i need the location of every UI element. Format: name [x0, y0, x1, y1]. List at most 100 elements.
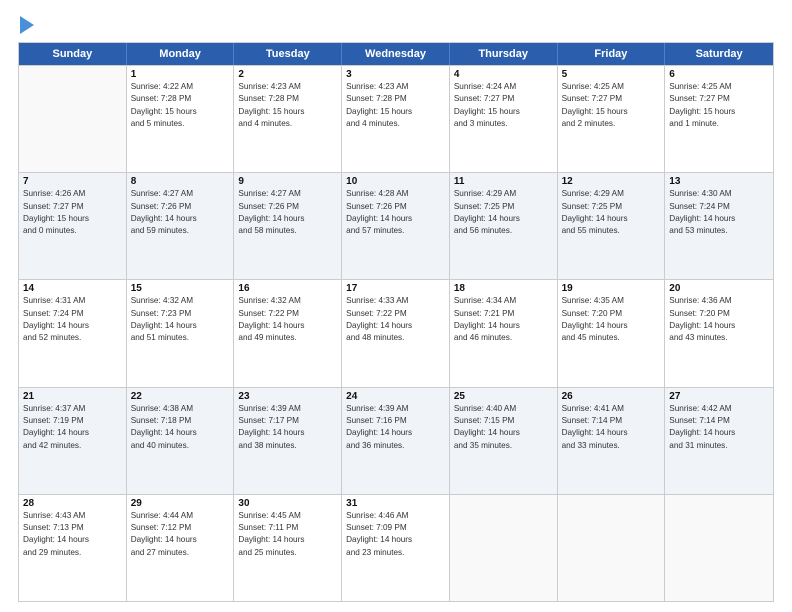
- cell-info-line: Sunset: 7:14 PM: [669, 415, 769, 427]
- cell-info-line: Daylight: 15 hours: [131, 106, 230, 118]
- cell-info-line: Sunrise: 4:40 AM: [454, 403, 553, 415]
- cell-info-line: Daylight: 14 hours: [23, 534, 122, 546]
- cell-info-line: and 27 minutes.: [131, 547, 230, 559]
- cell-info-line: Sunrise: 4:39 AM: [346, 403, 445, 415]
- calendar-cell-14: 14Sunrise: 4:31 AMSunset: 7:24 PMDayligh…: [19, 280, 127, 386]
- cell-info-line: Daylight: 14 hours: [454, 213, 553, 225]
- cell-info-line: Sunset: 7:20 PM: [669, 308, 769, 320]
- calendar-cell-23: 23Sunrise: 4:39 AMSunset: 7:17 PMDayligh…: [234, 388, 342, 494]
- cell-info-line: Daylight: 14 hours: [669, 213, 769, 225]
- cell-info-line: and 35 minutes.: [454, 440, 553, 452]
- cell-info-line: Daylight: 14 hours: [23, 320, 122, 332]
- day-number: 28: [23, 498, 122, 509]
- day-number: 2: [238, 69, 337, 80]
- cell-info-line: Sunset: 7:13 PM: [23, 522, 122, 534]
- calendar-cell-3: 3Sunrise: 4:23 AMSunset: 7:28 PMDaylight…: [342, 66, 450, 172]
- cell-info-line: and 4 minutes.: [346, 118, 445, 130]
- calendar-row-3: 21Sunrise: 4:37 AMSunset: 7:19 PMDayligh…: [19, 387, 773, 494]
- cell-info-line: Daylight: 14 hours: [454, 427, 553, 439]
- calendar-cell-empty-4-4: [450, 495, 558, 601]
- day-number: 3: [346, 69, 445, 80]
- cell-info-line: and 59 minutes.: [131, 225, 230, 237]
- day-number: 16: [238, 283, 337, 294]
- cell-info-line: Daylight: 14 hours: [562, 427, 661, 439]
- day-number: 19: [562, 283, 661, 294]
- calendar-cell-empty-0-0: [19, 66, 127, 172]
- day-number: 22: [131, 391, 230, 402]
- cell-info-line: Daylight: 14 hours: [238, 320, 337, 332]
- calendar-row-1: 7Sunrise: 4:26 AMSunset: 7:27 PMDaylight…: [19, 172, 773, 279]
- cell-info-line: Daylight: 15 hours: [669, 106, 769, 118]
- cell-info-line: Sunrise: 4:35 AM: [562, 295, 661, 307]
- cell-info-line: and 57 minutes.: [346, 225, 445, 237]
- cell-info-line: Sunrise: 4:39 AM: [238, 403, 337, 415]
- cell-info-line: and 45 minutes.: [562, 332, 661, 344]
- cell-info-line: Sunrise: 4:30 AM: [669, 188, 769, 200]
- cell-info-line: Sunrise: 4:33 AM: [346, 295, 445, 307]
- cell-info-line: Sunset: 7:24 PM: [669, 201, 769, 213]
- calendar-cell-18: 18Sunrise: 4:34 AMSunset: 7:21 PMDayligh…: [450, 280, 558, 386]
- cell-info-line: Sunset: 7:23 PM: [131, 308, 230, 320]
- cell-info-line: and 52 minutes.: [23, 332, 122, 344]
- calendar-cell-empty-4-5: [558, 495, 666, 601]
- day-number: 14: [23, 283, 122, 294]
- calendar-cell-31: 31Sunrise: 4:46 AMSunset: 7:09 PMDayligh…: [342, 495, 450, 601]
- day-number: 5: [562, 69, 661, 80]
- day-number: 8: [131, 176, 230, 187]
- cell-info-line: Sunrise: 4:45 AM: [238, 510, 337, 522]
- cell-info-line: and 5 minutes.: [131, 118, 230, 130]
- cell-info-line: Sunset: 7:11 PM: [238, 522, 337, 534]
- calendar-cell-5: 5Sunrise: 4:25 AMSunset: 7:27 PMDaylight…: [558, 66, 666, 172]
- day-number: 25: [454, 391, 553, 402]
- cell-info-line: Sunset: 7:19 PM: [23, 415, 122, 427]
- logo-text: [18, 18, 34, 34]
- cell-info-line: and 36 minutes.: [346, 440, 445, 452]
- cell-info-line: Daylight: 14 hours: [131, 320, 230, 332]
- calendar-cell-21: 21Sunrise: 4:37 AMSunset: 7:19 PMDayligh…: [19, 388, 127, 494]
- cell-info-line: Sunrise: 4:46 AM: [346, 510, 445, 522]
- logo-arrow-icon: [20, 16, 34, 34]
- day-number: 6: [669, 69, 769, 80]
- cell-info-line: Daylight: 14 hours: [346, 320, 445, 332]
- cell-info-line: Daylight: 15 hours: [238, 106, 337, 118]
- cell-info-line: Sunset: 7:28 PM: [131, 93, 230, 105]
- cell-info-line: Daylight: 15 hours: [454, 106, 553, 118]
- cell-info-line: Sunset: 7:27 PM: [669, 93, 769, 105]
- cell-info-line: Sunset: 7:22 PM: [346, 308, 445, 320]
- cell-info-line: Sunrise: 4:24 AM: [454, 81, 553, 93]
- cell-info-line: and 3 minutes.: [454, 118, 553, 130]
- cell-info-line: Daylight: 14 hours: [238, 427, 337, 439]
- calendar-cell-11: 11Sunrise: 4:29 AMSunset: 7:25 PMDayligh…: [450, 173, 558, 279]
- day-number: 30: [238, 498, 337, 509]
- cell-info-line: Daylight: 14 hours: [346, 534, 445, 546]
- calendar-header: SundayMondayTuesdayWednesdayThursdayFrid…: [19, 43, 773, 65]
- calendar-cell-28: 28Sunrise: 4:43 AMSunset: 7:13 PMDayligh…: [19, 495, 127, 601]
- calendar-body: 1Sunrise: 4:22 AMSunset: 7:28 PMDaylight…: [19, 65, 773, 601]
- cell-info-line: Sunrise: 4:41 AM: [562, 403, 661, 415]
- cell-info-line: Sunrise: 4:28 AM: [346, 188, 445, 200]
- calendar-cell-7: 7Sunrise: 4:26 AMSunset: 7:27 PMDaylight…: [19, 173, 127, 279]
- cell-info-line: Daylight: 15 hours: [562, 106, 661, 118]
- cell-info-line: Sunset: 7:25 PM: [562, 201, 661, 213]
- calendar-cell-2: 2Sunrise: 4:23 AMSunset: 7:28 PMDaylight…: [234, 66, 342, 172]
- calendar-cell-20: 20Sunrise: 4:36 AMSunset: 7:20 PMDayligh…: [665, 280, 773, 386]
- cell-info-line: Sunset: 7:12 PM: [131, 522, 230, 534]
- cell-info-line: and 38 minutes.: [238, 440, 337, 452]
- header-day-saturday: Saturday: [665, 43, 773, 65]
- cell-info-line: Sunrise: 4:29 AM: [562, 188, 661, 200]
- cell-info-line: and 1 minute.: [669, 118, 769, 130]
- calendar-cell-10: 10Sunrise: 4:28 AMSunset: 7:26 PMDayligh…: [342, 173, 450, 279]
- header-day-sunday: Sunday: [19, 43, 127, 65]
- day-number: 23: [238, 391, 337, 402]
- cell-info-line: and 0 minutes.: [23, 225, 122, 237]
- cell-info-line: Sunset: 7:25 PM: [454, 201, 553, 213]
- day-number: 24: [346, 391, 445, 402]
- calendar-cell-29: 29Sunrise: 4:44 AMSunset: 7:12 PMDayligh…: [127, 495, 235, 601]
- calendar-row-0: 1Sunrise: 4:22 AMSunset: 7:28 PMDaylight…: [19, 65, 773, 172]
- cell-info-line: Sunset: 7:16 PM: [346, 415, 445, 427]
- cell-info-line: Sunrise: 4:22 AM: [131, 81, 230, 93]
- page: SundayMondayTuesdayWednesdayThursdayFrid…: [0, 0, 792, 612]
- cell-info-line: Sunset: 7:27 PM: [23, 201, 122, 213]
- day-number: 1: [131, 69, 230, 80]
- cell-info-line: Sunrise: 4:32 AM: [238, 295, 337, 307]
